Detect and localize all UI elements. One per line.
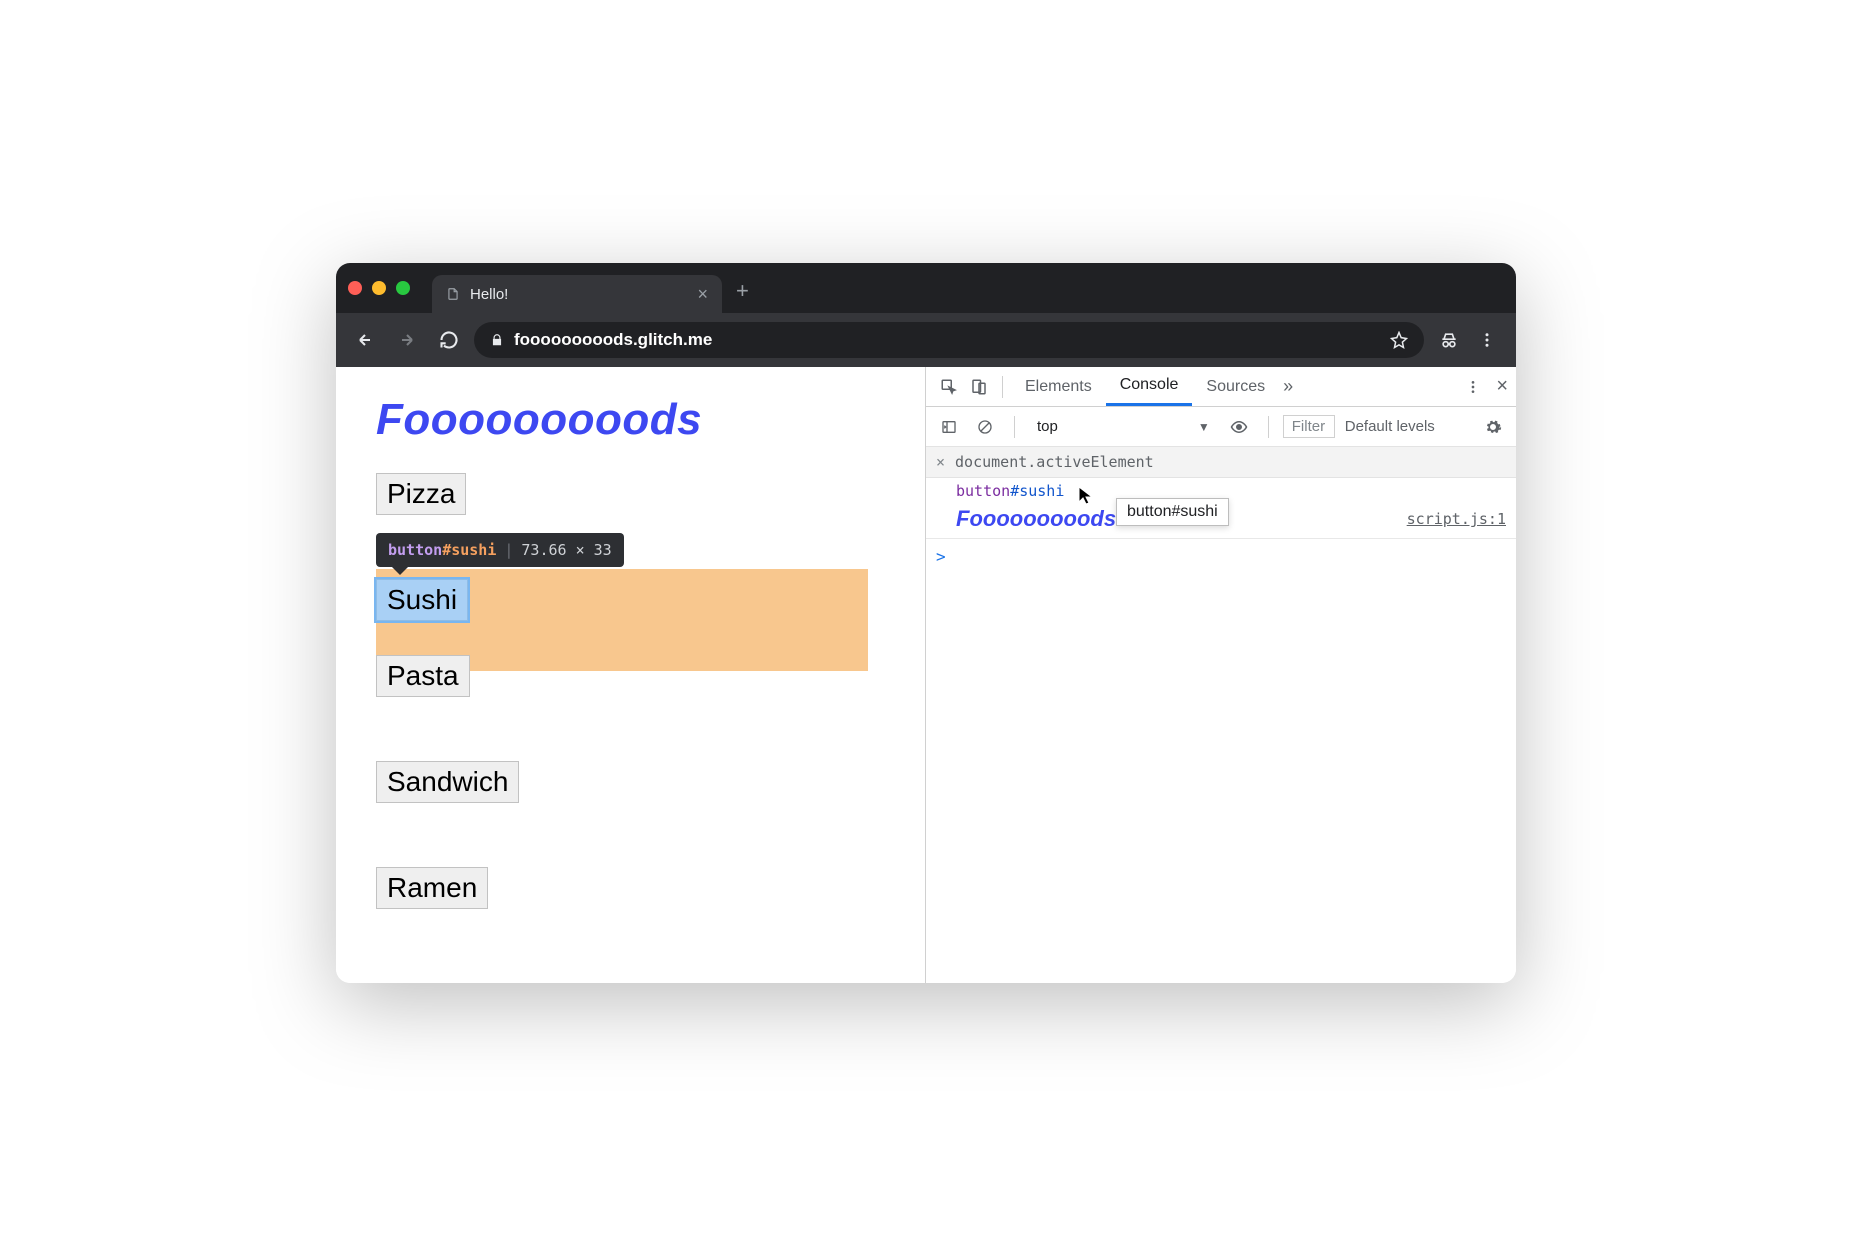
console-toolbar: top ▼ Filter Default levels — [926, 407, 1516, 447]
back-button[interactable] — [348, 323, 382, 357]
devtools-close-icon[interactable]: × — [1496, 375, 1508, 398]
devtools-tab-bar: Elements Console Sources » × — [926, 367, 1516, 407]
title-bar: Hello! × + — [336, 263, 1516, 313]
result-tag: button — [956, 482, 1010, 500]
window-controls — [348, 281, 410, 295]
browser-window: Hello! × + fooooooooods.glitch.me — [336, 263, 1516, 983]
device-toggle-icon[interactable] — [964, 372, 994, 402]
filter-input[interactable]: Filter — [1283, 415, 1335, 438]
food-button-sushi[interactable]: Sushi — [376, 579, 468, 621]
page-heading: Fooooooooods — [376, 395, 885, 445]
food-button-pizza[interactable]: Pizza — [376, 473, 466, 515]
tab-sources[interactable]: Sources — [1192, 367, 1279, 406]
bookmark-star-icon[interactable] — [1390, 331, 1408, 349]
url-text: fooooooooods.glitch.me — [514, 330, 712, 350]
page-content: Fooooooooods Pizza button#sushi|73.66 × … — [336, 367, 926, 983]
inspect-tooltip: button#sushi|73.66 × 33 — [376, 533, 624, 567]
tab-elements[interactable]: Elements — [1011, 367, 1106, 406]
tab-title: Hello! — [470, 286, 687, 303]
live-expression-row[interactable]: × document.activeElement — [926, 447, 1516, 478]
divider — [1002, 376, 1003, 398]
console-settings-icon[interactable] — [1478, 412, 1508, 442]
more-tabs-icon[interactable]: » — [1283, 376, 1293, 397]
devtools-menu-icon[interactable] — [1458, 372, 1488, 402]
browser-tab[interactable]: Hello! × — [432, 275, 722, 313]
inspect-id: #sushi — [442, 541, 496, 559]
divider — [1014, 416, 1015, 438]
log-levels-selector[interactable]: Default levels — [1345, 418, 1435, 435]
browser-menu-button[interactable] — [1470, 323, 1504, 357]
food-button-sandwich[interactable]: Sandwich — [376, 761, 519, 803]
page-icon — [446, 287, 460, 301]
inspect-tag: button — [388, 541, 442, 559]
food-button-pasta[interactable]: Pasta — [376, 655, 470, 697]
forward-button[interactable] — [390, 323, 424, 357]
food-button-ramen[interactable]: Ramen — [376, 867, 488, 909]
log-message: Fooooooooods — [956, 506, 1116, 532]
live-expression-eye-icon[interactable] — [1224, 412, 1254, 442]
minimize-window-button[interactable] — [372, 281, 386, 295]
console-body: × document.activeElement button#sushi bu… — [926, 447, 1516, 983]
console-prompt[interactable]: > — [926, 539, 1516, 574]
maximize-window-button[interactable] — [396, 281, 410, 295]
result-id: #sushi — [1010, 482, 1064, 500]
lock-icon — [490, 333, 504, 347]
inspect-dimensions: 73.66 × 33 — [521, 541, 611, 559]
context-selector[interactable]: top ▼ — [1029, 416, 1218, 437]
divider — [1268, 416, 1269, 438]
tab-console[interactable]: Console — [1106, 367, 1193, 406]
inspect-element-icon[interactable] — [934, 372, 964, 402]
context-label: top — [1037, 418, 1058, 435]
chevron-down-icon: ▼ — [1198, 420, 1210, 434]
new-tab-button[interactable]: + — [736, 278, 749, 304]
clear-console-icon[interactable] — [970, 412, 1000, 442]
console-sidebar-toggle-icon[interactable] — [934, 412, 964, 442]
incognito-icon[interactable] — [1432, 323, 1466, 357]
close-window-button[interactable] — [348, 281, 362, 295]
close-tab-icon[interactable]: × — [697, 284, 708, 305]
hover-tooltip: button#sushi — [1116, 498, 1229, 526]
browser-toolbar: fooooooooods.glitch.me — [336, 313, 1516, 367]
devtools-panel: Elements Console Sources » × — [926, 367, 1516, 983]
expression-text: document.activeElement — [955, 453, 1154, 471]
reload-button[interactable] — [432, 323, 466, 357]
address-bar[interactable]: fooooooooods.glitch.me — [474, 322, 1424, 358]
remove-expression-icon[interactable]: × — [936, 453, 945, 471]
cursor-icon — [1078, 486, 1094, 506]
prompt-caret: > — [936, 547, 946, 566]
log-source-link[interactable]: script.js:1 — [1407, 510, 1506, 528]
